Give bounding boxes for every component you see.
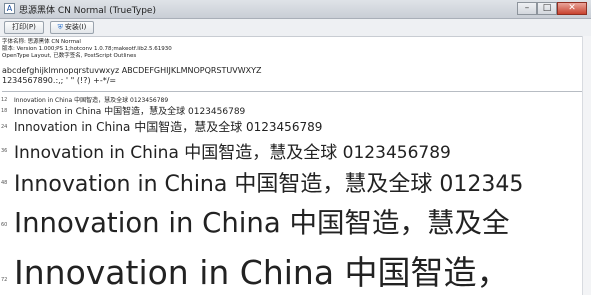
font-app-icon: A [4, 3, 15, 14]
sample-text: Innovation in China 中国智造，慧及全球 012345 [14, 172, 524, 197]
install-button-label: 安装(I) [64, 23, 87, 31]
sample-size-label: 24 [1, 124, 8, 130]
install-button[interactable]: ⛨ 安装(I) [50, 21, 94, 34]
font-version-line: 版本: Version 1.000;PS 1;hotconv 1.0.78;ma… [2, 45, 172, 52]
maximize-button[interactable]: □ [537, 2, 557, 15]
sample-text: Innovation in China 中国智造，慧及全球 0123456789 [14, 97, 169, 104]
toolbar: 打印(P) ⛨ 安装(I) [0, 19, 591, 37]
sample-size-label: 48 [1, 180, 8, 186]
sample-text: Innovation in China 中国智造，慧及全球 0123456789 [14, 143, 451, 163]
shield-icon: ⛨ [57, 23, 63, 31]
font-info: 字体名称: 思源黑体 CN Normal 版本: Version 1.000;P… [2, 39, 172, 59]
sample-size-label: 72 [1, 277, 8, 283]
sample-text: Innovation in China 中国智造，慧及全 [14, 207, 510, 239]
title-bar[interactable]: A 思源黑体 CN Normal (TrueType) – □ ✕ [0, 0, 591, 19]
character-set: abcdefghijklmnopqrstuvwxyz ABCDEFGHIJKLM… [2, 66, 261, 86]
font-viewer-window: A 思源黑体 CN Normal (TrueType) – □ ✕ 打印(P) … [0, 0, 591, 295]
sample-size-label: 18 [1, 108, 8, 114]
sample-size-label: 36 [1, 148, 8, 154]
charset-digits: 1234567890.:,; ' " (!?) +-*/= [2, 76, 117, 85]
minimize-button[interactable]: – [517, 2, 537, 15]
charset-letters: abcdefghijklmnopqrstuvwxyz ABCDEFGHIJKLM… [2, 66, 262, 75]
print-button[interactable]: 打印(P) [4, 21, 44, 34]
sample-text: Innovation in China 中国智造，慧及全球 0123456789 [14, 120, 323, 134]
sample-text: Innovation in China 中国智造，慧及全球 0123456789 [14, 107, 246, 117]
print-button-label: 打印(P) [12, 23, 36, 31]
sample-size-label: 60 [1, 222, 8, 228]
font-name-line: 字体名称: 思源黑体 CN Normal [2, 39, 81, 45]
font-type-line: OpenType Layout, 已数字签名, PostScript Outli… [2, 52, 137, 59]
vertical-scrollbar[interactable] [582, 36, 591, 295]
sample-text: Innovation in China 中国智造， [14, 253, 510, 292]
close-button[interactable]: ✕ [557, 2, 587, 15]
divider [2, 91, 582, 92]
sample-size-label: 12 [1, 97, 8, 103]
window-title: 思源黑体 CN Normal (TrueType) [19, 6, 156, 16]
window-controls: – □ ✕ [517, 2, 587, 15]
